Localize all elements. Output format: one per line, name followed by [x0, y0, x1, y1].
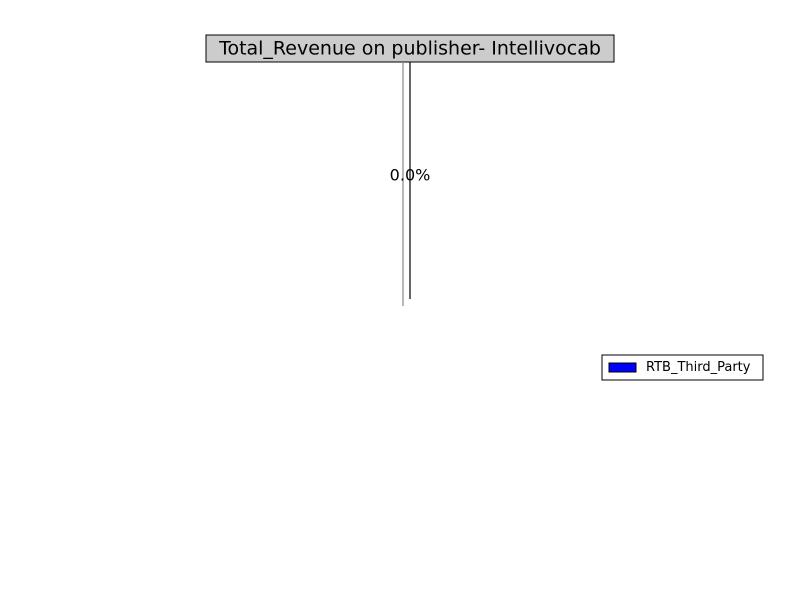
- pie-chart-figure: Total_Revenue on publisher- Intellivocab…: [205, 34, 764, 381]
- chart-title-text: Total_Revenue on publisher- Intellivocab: [218, 38, 601, 60]
- legend-swatch: [608, 362, 637, 373]
- legend: RTB_Third_Party: [601, 354, 764, 381]
- chart-title: Total_Revenue on publisher- Intellivocab: [205, 34, 615, 63]
- pie-slice-percent-label: 0.0%: [390, 166, 431, 185]
- legend-entry-label: RTB_Third_Party: [646, 360, 751, 375]
- pie-plot-area: 0.0%: [390, 62, 431, 306]
